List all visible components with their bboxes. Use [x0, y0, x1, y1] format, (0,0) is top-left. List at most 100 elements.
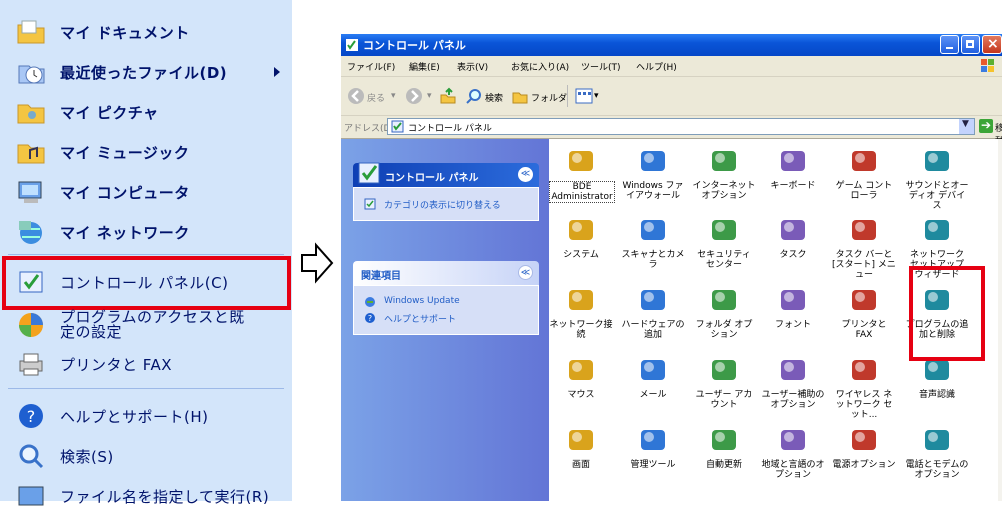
maximize-button[interactable]	[961, 35, 980, 54]
start-item-my-computer[interactable]: マイ コンピュータ	[0, 172, 292, 212]
cp-item[interactable]: タスク バーと [スタート] メニュー	[832, 214, 896, 286]
menu-help[interactable]: ヘルプ(H)	[636, 60, 677, 73]
toolbar-separator	[567, 85, 568, 107]
start-item-my-documents[interactable]: マイ ドキュメント	[0, 12, 292, 52]
help-icon: ?	[19, 404, 43, 428]
menu-edit[interactable]: 編集(E)	[409, 60, 440, 73]
start-item-run[interactable]: ファイル名を指定して実行(R)	[0, 476, 292, 516]
windows-update-icon	[365, 297, 375, 307]
sound-icon	[925, 151, 949, 171]
minimize-button[interactable]	[940, 35, 959, 54]
menu-tools[interactable]: ツール(T)	[581, 60, 621, 73]
tasks-icon	[781, 220, 805, 240]
menu-file[interactable]: ファイル(F)	[347, 60, 395, 73]
cp-item[interactable]: ネットワーク接続	[549, 284, 613, 356]
windows-logo-icon	[981, 59, 994, 72]
cp-item[interactable]: キーボード	[761, 145, 825, 217]
network-connections-icon	[569, 290, 593, 310]
panel-header[interactable]: 関連項目 ≪	[353, 261, 539, 285]
dropdown-arrow-icon[interactable]: ▾	[391, 91, 396, 101]
cp-item[interactable]: インターネット オプション	[692, 145, 756, 217]
windows-update-link[interactable]: Windows Update	[384, 296, 460, 306]
cp-item[interactable]: 管理ツール	[621, 424, 685, 496]
start-item-my-pictures[interactable]: マイ ピクチャ	[0, 92, 292, 132]
address-input[interactable]: コントロール パネル ▼	[387, 118, 975, 135]
cp-item[interactable]: セキュリティ センター	[692, 214, 756, 286]
collapse-chevron-icon[interactable]: ≪	[518, 265, 533, 280]
cp-item[interactable]: ゲーム コントローラ	[832, 145, 896, 217]
start-item-recent[interactable]: 最近使ったファイル(D)	[0, 52, 292, 92]
close-button[interactable]: ×	[982, 35, 1002, 54]
cp-item[interactable]: ワイヤレス ネットワーク セット...	[832, 354, 896, 426]
cp-item[interactable]: ユーザー補助のオプション	[761, 354, 825, 426]
start-item-printers[interactable]: プリンタと FAX	[0, 344, 292, 384]
folders-button-label[interactable]: フォルダ	[531, 91, 567, 104]
cp-item-label: Windows ファイアウォール	[622, 181, 684, 201]
cp-item[interactable]: システム	[549, 214, 613, 286]
collapse-chevron-icon[interactable]: ≪	[518, 167, 533, 182]
start-item-help[interactable]: ? ヘルプとサポート(H)	[0, 396, 292, 436]
dropdown-arrow-icon[interactable]: ▾	[427, 91, 432, 101]
help-support-link[interactable]: ヘルプとサポート	[384, 312, 456, 325]
cp-item-label: 音声認識	[918, 390, 955, 400]
menu-separator	[8, 254, 284, 255]
dropdown-arrow-icon[interactable]: ▾	[594, 91, 599, 101]
cp-item[interactable]: 画面	[549, 424, 613, 496]
cp-item[interactable]: Windows ファイアウォール	[621, 145, 685, 217]
security-center-icon	[712, 220, 736, 240]
cp-item[interactable]: 電源オプション	[832, 424, 896, 496]
view-icon[interactable]	[575, 87, 593, 105]
back-button-label[interactable]: 戻る	[367, 91, 385, 104]
cp-item[interactable]: ユーザー アカウント	[692, 354, 756, 426]
program-access-label: プログラムのアクセスと既定の設定	[60, 308, 245, 341]
cp-item[interactable]: BDE Administrator	[549, 145, 615, 217]
start-item-search[interactable]: 検索(S)	[0, 436, 292, 476]
window-title: コントロール パネル	[363, 39, 466, 52]
start-item-program-access[interactable]: プログラムのアクセスと既定の設定	[0, 302, 292, 348]
start-item-my-network[interactable]: マイ ネットワーク	[0, 212, 292, 252]
cp-item-label: 管理ツール	[630, 460, 676, 470]
go-button[interactable]: ➔	[979, 118, 993, 133]
cp-item[interactable]: スキャナとカメラ	[621, 214, 685, 286]
cp-item[interactable]: 電話とモデムのオプション	[905, 424, 969, 496]
cp-item[interactable]: 音声認識	[905, 354, 969, 426]
cp-item-label: システム	[563, 250, 599, 260]
recent-documents-icon	[18, 65, 45, 84]
control-panel-icon	[391, 120, 404, 133]
vertical-scrollbar[interactable]	[998, 139, 1002, 501]
cp-item[interactable]: プリンタと FAX	[832, 284, 896, 356]
cp-item[interactable]: フォルダ オプション	[692, 284, 756, 356]
cp-item-label: 電源オプション	[832, 460, 896, 470]
cp-item[interactable]: フォント	[761, 284, 825, 356]
search-icon[interactable]	[465, 87, 483, 105]
cp-item[interactable]: タスク	[761, 214, 825, 286]
up-folder-icon[interactable]	[439, 87, 457, 105]
cp-item-label: タスク	[779, 250, 807, 260]
address-dropdown-button[interactable]: ▼	[959, 119, 974, 134]
cp-item[interactable]: 自動更新	[692, 424, 756, 496]
back-icon[interactable]	[347, 87, 365, 105]
switch-category-view-link[interactable]: カテゴリの表示に切り替える	[384, 198, 501, 211]
folders-icon[interactable]	[511, 87, 529, 105]
folder-pictures-icon	[17, 104, 45, 124]
network-icon	[19, 221, 42, 244]
start-item-my-music[interactable]: マイ ミュージック	[0, 132, 292, 172]
search-button-label[interactable]: 検索	[485, 91, 503, 104]
cp-item[interactable]: サウンドとオーディオ デバイス	[905, 145, 969, 217]
cp-item[interactable]: ハードウェアの追加	[621, 284, 685, 356]
svg-text:?: ?	[27, 407, 36, 426]
menu-favorites[interactable]: お気に入り(A)	[511, 60, 569, 73]
network-setup-icon	[925, 220, 949, 240]
cp-item[interactable]: 地域と言語のオプション	[761, 424, 825, 496]
help-icon: ?	[365, 313, 375, 323]
cp-item[interactable]: メール	[621, 354, 685, 426]
menu-bar: ファイル(F) 編集(E) 表示(V) お気に入り(A) ツール(T) ヘルプ(…	[341, 56, 1002, 77]
panel-control-panel: コントロール パネル ≪ カテゴリの表示に切り替える	[353, 162, 539, 223]
minimize-icon	[946, 47, 953, 49]
title-bar[interactable]: コントロール パネル ×	[341, 34, 1002, 56]
menu-view[interactable]: 表示(V)	[457, 60, 488, 73]
forward-icon[interactable]	[405, 87, 423, 105]
cp-item[interactable]: マウス	[549, 354, 613, 426]
accessibility-icon	[781, 360, 805, 380]
panel-header[interactable]: コントロール パネル ≪	[353, 162, 539, 187]
